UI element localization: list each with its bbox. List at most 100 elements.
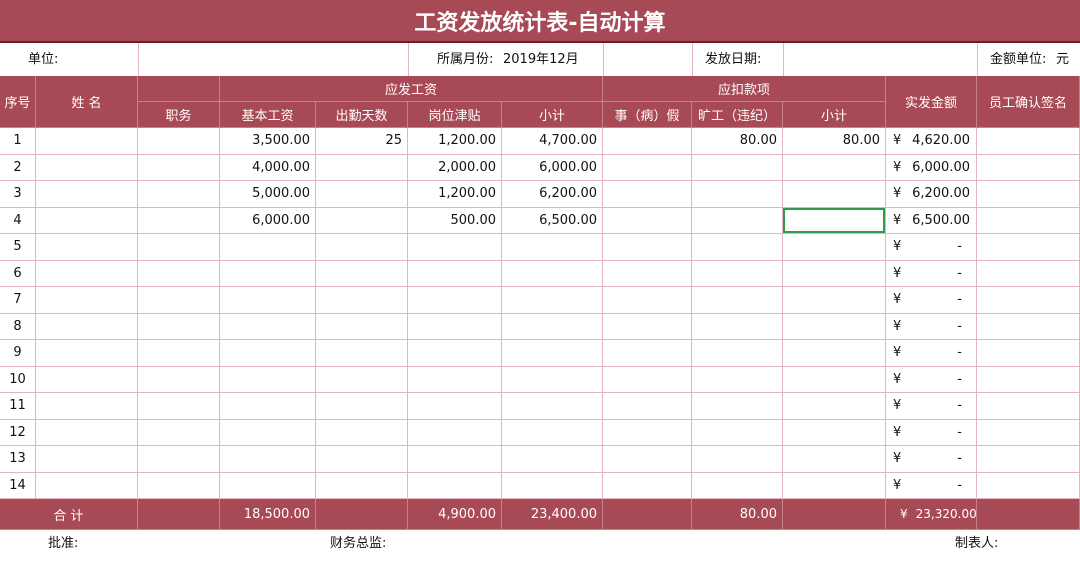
cell-deduct-subtotal[interactable] [783,181,886,208]
cell-name[interactable] [36,181,138,208]
cell-signature[interactable] [977,260,1080,287]
cell-attendance-days[interactable] [316,154,408,181]
cell-signature[interactable] [977,207,1080,234]
cell-signature[interactable] [977,234,1080,261]
cell-deduct-subtotal[interactable] [783,207,886,234]
cell-seq[interactable]: 13 [0,446,36,473]
cell-allowance[interactable] [408,472,502,499]
cell-net-amount[interactable]: ¥ - [886,234,977,261]
cell-base-salary[interactable] [220,313,316,340]
cell-absence[interactable] [692,340,783,367]
cell-name[interactable] [36,128,138,155]
cell-deduct-subtotal[interactable] [783,446,886,473]
cell-gross-subtotal[interactable]: 6,200.00 [502,181,603,208]
cell-deduct-subtotal[interactable] [783,340,886,367]
cell-attendance-days[interactable] [316,181,408,208]
cell-gross-subtotal[interactable] [502,393,603,420]
cell-position[interactable] [138,287,220,314]
cell-deduct-subtotal[interactable] [783,393,886,420]
cell-deduct-subtotal[interactable] [783,472,886,499]
cell-allowance[interactable]: 1,200.00 [408,128,502,155]
cell-allowance[interactable] [408,340,502,367]
cell-attendance-days[interactable] [316,340,408,367]
cell-absence[interactable] [692,472,783,499]
cell-net-amount[interactable]: ¥6,000.00 [886,154,977,181]
cell-attendance-days[interactable] [316,472,408,499]
cell-name[interactable] [36,313,138,340]
cell-net-amount[interactable]: ¥6,200.00 [886,181,977,208]
cell-gross-subtotal[interactable] [502,419,603,446]
cell-absence[interactable] [692,313,783,340]
cell-base-salary[interactable] [220,340,316,367]
cell-attendance-days[interactable] [316,366,408,393]
cell-attendance-days[interactable] [316,446,408,473]
cell-absence[interactable] [692,366,783,393]
cell-absence[interactable] [692,446,783,473]
cell-net-amount[interactable]: ¥ - [886,287,977,314]
cell-base-salary[interactable] [220,472,316,499]
cell-signature[interactable] [977,128,1080,155]
cell-signature[interactable] [977,181,1080,208]
cell-allowance[interactable] [408,419,502,446]
cell-absence[interactable]: 80.00 [692,128,783,155]
cell-position[interactable] [138,207,220,234]
cell-absence[interactable] [692,287,783,314]
cell-deduct-subtotal[interactable] [783,366,886,393]
cell-leave[interactable] [603,446,692,473]
cell-signature[interactable] [977,393,1080,420]
cell-signature[interactable] [977,419,1080,446]
cell-net-amount[interactable]: ¥ - [886,340,977,367]
cell-gross-subtotal[interactable] [502,446,603,473]
cell-seq[interactable]: 12 [0,419,36,446]
cell-gross-subtotal[interactable]: 4,700.00 [502,128,603,155]
cell-name[interactable] [36,366,138,393]
cell-leave[interactable] [603,128,692,155]
cell-net-amount[interactable]: ¥ - [886,366,977,393]
cell-leave[interactable] [603,393,692,420]
cell-position[interactable] [138,340,220,367]
cell-name[interactable] [36,154,138,181]
cell-name[interactable] [36,472,138,499]
cell-attendance-days[interactable]: 25 [316,128,408,155]
cell-base-salary[interactable] [220,260,316,287]
cell-position[interactable] [138,154,220,181]
cell-attendance-days[interactable] [316,393,408,420]
cell-gross-subtotal[interactable] [502,313,603,340]
cell-position[interactable] [138,393,220,420]
cell-base-salary[interactable]: 5,000.00 [220,181,316,208]
cell-leave[interactable] [603,366,692,393]
cell-seq[interactable]: 14 [0,472,36,499]
cell-absence[interactable] [692,234,783,261]
cell-seq[interactable]: 3 [0,181,36,208]
cell-signature[interactable] [977,366,1080,393]
cell-gross-subtotal[interactable] [502,234,603,261]
cell-deduct-subtotal[interactable] [783,154,886,181]
cell-position[interactable] [138,472,220,499]
cell-net-amount[interactable]: ¥ - [886,260,977,287]
cell-absence[interactable] [692,207,783,234]
cell-name[interactable] [36,260,138,287]
cell-net-amount[interactable]: ¥ - [886,393,977,420]
cell-leave[interactable] [603,419,692,446]
cell-leave[interactable] [603,234,692,261]
cell-signature[interactable] [977,154,1080,181]
cell-absence[interactable] [692,393,783,420]
cell-position[interactable] [138,313,220,340]
cell-base-salary[interactable]: 4,000.00 [220,154,316,181]
cell-seq[interactable]: 8 [0,313,36,340]
cell-leave[interactable] [603,313,692,340]
cell-deduct-subtotal[interactable]: 80.00 [783,128,886,155]
cell-base-salary[interactable]: 6,000.00 [220,207,316,234]
cell-name[interactable] [36,207,138,234]
cell-gross-subtotal[interactable]: 6,000.00 [502,154,603,181]
cell-name[interactable] [36,446,138,473]
cell-position[interactable] [138,366,220,393]
cell-signature[interactable] [977,313,1080,340]
cell-base-salary[interactable]: 3,500.00 [220,128,316,155]
cell-deduct-subtotal[interactable] [783,419,886,446]
cell-signature[interactable] [977,472,1080,499]
cell-gross-subtotal[interactable] [502,366,603,393]
cell-attendance-days[interactable] [316,287,408,314]
cell-allowance[interactable] [408,313,502,340]
cell-seq[interactable]: 9 [0,340,36,367]
